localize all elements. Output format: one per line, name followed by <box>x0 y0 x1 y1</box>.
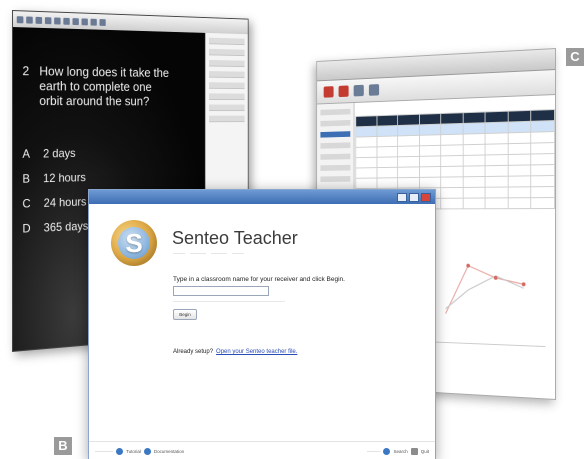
maximize-icon[interactable] <box>409 192 419 202</box>
sidebar-item[interactable] <box>320 131 351 138</box>
toolbar-tool-icon[interactable] <box>90 18 97 26</box>
answer-text: 12 hours <box>43 170 86 186</box>
setup-question: Already setup? <box>173 349 214 355</box>
quit-link[interactable]: Quit <box>421 449 429 454</box>
toolbar-tool-icon[interactable] <box>99 18 106 26</box>
question-text: How long does it take the earth to compl… <box>39 63 169 109</box>
sidebar-item[interactable] <box>320 176 351 183</box>
chart-series-line <box>446 275 524 311</box>
begin-button[interactable]: Begin <box>173 309 197 320</box>
answer-option: B 12 hours <box>22 170 85 185</box>
nav-link[interactable]: ―――― <box>211 250 227 255</box>
answer-text: 2 days <box>43 146 76 161</box>
nav-link[interactable]: ――― <box>173 250 185 255</box>
classroom-prompt: Type in a classroom name for your receiv… <box>173 276 345 283</box>
footer-right-group: ――― Search Quit <box>366 447 429 455</box>
answer-letter: A <box>22 146 30 161</box>
window-titlebar <box>89 190 435 204</box>
nav-link[interactable]: ――― <box>232 250 244 255</box>
setup-line: Already setup? Open your Senteo teacher … <box>173 349 297 355</box>
question-number: 2 <box>22 63 30 79</box>
open-teacher-file-link[interactable]: Open your Senteo teacher file. <box>216 349 297 355</box>
sidebar-item[interactable] <box>320 119 351 127</box>
side-panel-row[interactable] <box>209 37 245 46</box>
input-hint: ―――――――――――――――――――――――――――― <box>173 298 285 303</box>
classroom-name-input[interactable] <box>173 286 269 296</box>
callout-label-b: B <box>54 437 72 455</box>
side-panel-row[interactable] <box>209 59 245 68</box>
footer-left-group: ―――― Tutorial Documentation <box>95 447 184 455</box>
minimize-icon[interactable] <box>397 192 407 202</box>
toolbar-tool-icon[interactable] <box>63 17 70 25</box>
side-panel-row[interactable] <box>209 115 245 123</box>
search-link[interactable]: Search <box>393 449 407 454</box>
tutorial-link[interactable]: Tutorial <box>126 449 141 454</box>
documentation-icon[interactable] <box>143 447 151 455</box>
senteo-logo: S <box>111 220 157 266</box>
answer-text: 365 days <box>43 218 89 235</box>
toolbar-tool-icon[interactable] <box>54 16 61 25</box>
window-controls <box>397 192 435 202</box>
chart-point <box>521 282 526 287</box>
help-icon[interactable] <box>116 447 123 455</box>
toolbar-tool-icon[interactable] <box>16 15 24 23</box>
chart-axis <box>431 342 545 347</box>
app-title: Senteo Teacher <box>172 228 298 248</box>
sidebar-item[interactable] <box>320 164 351 171</box>
side-panel-row[interactable] <box>209 71 245 79</box>
footer-caption: ―――― <box>95 448 113 454</box>
side-panel-row[interactable] <box>209 104 245 112</box>
sidebar-item[interactable] <box>320 142 351 149</box>
answer-option: C 24 hours <box>22 195 86 211</box>
close-icon[interactable] <box>421 192 431 202</box>
footer-caption: ――― <box>366 448 381 454</box>
screenshot-stage: 2 How long does it take the earth to com… <box>0 0 584 459</box>
toolbar-button-icon[interactable] <box>323 86 334 98</box>
app-nav-links: ――― ―――― ―――― ――― <box>173 250 244 255</box>
toolbar-tool-icon[interactable] <box>72 17 79 25</box>
callout-label-c: C <box>566 48 584 66</box>
chart-series-line <box>446 265 524 316</box>
toolbar-button-icon[interactable] <box>353 84 364 97</box>
senteo-teacher-window: S Senteo Teacher ――― ―――― ―――― ――― Type … <box>88 189 436 459</box>
window-footer: ―――― Tutorial Documentation ――― Search Q… <box>89 441 435 459</box>
logo-letter: S <box>118 227 150 259</box>
nav-link[interactable]: ―――― <box>190 250 206 255</box>
sidebar-item[interactable] <box>320 108 351 116</box>
quit-icon[interactable] <box>410 447 418 455</box>
side-panel-row[interactable] <box>209 82 245 90</box>
answer-letter: D <box>22 221 31 236</box>
chart-point <box>466 263 470 268</box>
side-panel-row[interactable] <box>209 48 245 57</box>
answer-option: D 365 days <box>22 219 88 236</box>
toolbar-tool-icon[interactable] <box>44 16 52 24</box>
answer-letter: B <box>22 171 30 186</box>
toolbar-tool-icon[interactable] <box>35 16 43 24</box>
toolbar-button-icon[interactable] <box>338 85 349 98</box>
sidebar-item[interactable] <box>320 153 351 160</box>
answer-option: A 2 days <box>22 146 75 161</box>
toolbar-tool-icon[interactable] <box>26 15 33 24</box>
toolbar-button-icon[interactable] <box>368 84 380 96</box>
side-panel-row[interactable] <box>209 93 245 101</box>
documentation-link[interactable]: Documentation <box>154 449 184 454</box>
answer-letter: C <box>22 196 31 211</box>
results-line-chart <box>428 217 549 357</box>
toolbar-tool-icon[interactable] <box>81 17 88 25</box>
search-icon[interactable] <box>383 447 391 455</box>
answer-text: 24 hours <box>43 194 87 210</box>
